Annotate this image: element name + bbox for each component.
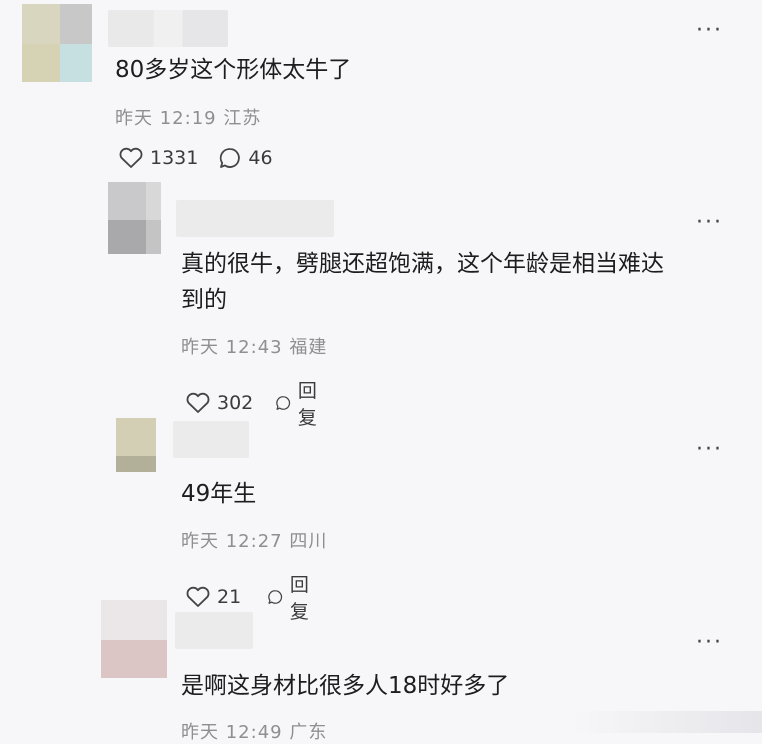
- like-count: 302: [217, 392, 254, 414]
- avatar[interactable]: [101, 600, 167, 678]
- speech-bubble-icon: [220, 148, 241, 168]
- like-button[interactable]: 302: [185, 392, 253, 414]
- comment-time: 昨天 12:27: [181, 531, 283, 552]
- more-options-icon[interactable]: ···: [696, 20, 723, 42]
- watermark-strip: [572, 711, 762, 733]
- username-blurred[interactable]: [175, 612, 253, 649]
- more-options-icon[interactable]: ···: [696, 632, 723, 654]
- heart-outline-icon: [119, 147, 143, 168]
- reply-count-button[interactable]: 46: [218, 146, 273, 170]
- like-button[interactable]: 21: [185, 586, 241, 608]
- comment-text-line-1: 真的很牛，劈腿还超饱满，这个年龄是相当难达: [181, 251, 664, 277]
- reply-label: 回复: [289, 574, 309, 623]
- speech-bubble-icon: [268, 590, 283, 604]
- speech-bubble-icon: [276, 396, 291, 410]
- username-blurred[interactable]: [176, 200, 334, 237]
- heart-outline-icon: [186, 586, 210, 607]
- avatar[interactable]: [22, 4, 92, 82]
- comment-text-line-2: 到的: [181, 287, 227, 313]
- comment-text: 是啊这身材比很多人18时好多了: [181, 673, 510, 699]
- username-blurred[interactable]: [173, 421, 249, 458]
- comment-location: 江苏: [223, 108, 262, 129]
- reply-label: 回复: [297, 380, 317, 429]
- comment-meta: 昨天 12:27 四川: [181, 527, 327, 553]
- reply-button[interactable]: 回复: [267, 570, 316, 624]
- avatar[interactable]: [108, 182, 161, 254]
- like-count: 21: [217, 586, 242, 608]
- username-blurred[interactable]: [108, 10, 228, 47]
- heart-outline-icon: [186, 392, 210, 413]
- comment-time: 昨天 12:43: [181, 337, 283, 358]
- comment-location: 福建: [289, 337, 328, 358]
- comment-meta: 昨天 12:43 福建: [181, 333, 327, 359]
- comment-actions: 1331 46: [118, 146, 273, 170]
- comment-meta: 昨天 12:19 江苏: [115, 104, 261, 130]
- more-options-icon[interactable]: ···: [696, 439, 723, 461]
- like-button[interactable]: 1331: [118, 147, 198, 169]
- like-count: 1331: [150, 147, 199, 169]
- reply-button[interactable]: 回复: [275, 376, 324, 430]
- comment-location: 四川: [289, 531, 328, 552]
- reply-count: 46: [248, 147, 273, 169]
- comment-time: 昨天 12:19: [115, 108, 217, 129]
- comment-meta: 昨天 12:49 广东: [181, 718, 327, 744]
- comment-text: 80多岁这个形体太牛了: [115, 57, 352, 83]
- comment-text: 49年生: [181, 481, 257, 507]
- more-options-icon[interactable]: ···: [696, 212, 723, 234]
- avatar[interactable]: [116, 418, 156, 472]
